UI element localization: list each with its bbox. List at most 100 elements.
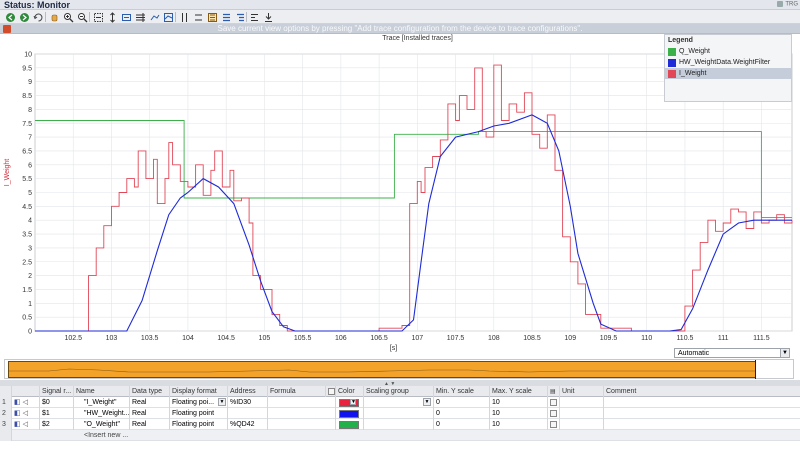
signal-name[interactable]: "HW_Weight..." [74,408,130,419]
min-y-scale[interactable]: 0 [434,419,490,430]
grid-button[interactable] [162,11,174,23]
unit[interactable] [560,408,604,419]
color-swatch[interactable] [339,421,359,429]
zoom-horizontal-button[interactable] [120,11,132,23]
color-cell[interactable] [336,408,364,419]
speaker-icon[interactable]: ◁ [23,410,28,417]
legend-button[interactable] [220,11,232,23]
unit[interactable] [560,397,604,408]
max-y-scale[interactable]: 10 [490,397,548,408]
max-y-scale[interactable]: 10 [490,419,548,430]
header-signal[interactable]: Signal r... [40,386,74,397]
unit[interactable] [560,419,604,430]
legend-item-weight-filter[interactable]: HW_WeightData.WeightFilter [665,57,791,68]
insert-new-label[interactable]: <Insert new ... [74,430,130,441]
max-y-scale[interactable]: 10 [490,408,548,419]
header-scaling-group[interactable]: Scaling group [364,386,434,397]
visible-checkbox[interactable] [550,421,557,428]
comment[interactable] [604,408,800,419]
signal-name[interactable]: "I_Weight" [74,397,130,408]
scaling-group[interactable] [364,419,434,430]
min-y-scale[interactable]: 0 [434,408,490,419]
header-name[interactable]: Name [74,386,130,397]
header-unit[interactable]: Unit [560,386,604,397]
header-visibility[interactable]: ▤ [548,386,560,397]
header-comment[interactable]: Comment [604,386,800,397]
legend-item-i-weight[interactable]: I_Weight [665,68,791,79]
overview-cursor[interactable] [755,360,756,379]
color-cell[interactable] [336,419,364,430]
formula[interactable] [268,419,336,430]
header-max-y[interactable]: Max. Y scale [490,386,548,397]
header-color[interactable]: Color [336,386,364,397]
chevron-down-icon[interactable]: ▼ [350,399,356,405]
display-format-value: Floating poi... [172,399,215,406]
comment[interactable] [604,419,800,430]
color-swatch[interactable] [339,410,359,418]
table-row[interactable]: 2 ◧ ◁ $1 "HW_Weight..." Real Floating point 0 1… [0,408,800,419]
move-left-button[interactable] [148,11,160,23]
insert-row[interactable]: <Insert new ... [0,430,800,441]
header-rownum [0,386,12,397]
header-display-format[interactable]: Display format [170,386,228,397]
color-swatch[interactable] [339,399,359,407]
y-tick-label: 2 [28,273,32,280]
row-icons: ◧ ◁ [12,408,40,419]
chevron-down-icon[interactable]: ▼ [218,398,226,406]
zoom-in-button[interactable] [62,11,74,23]
header-address[interactable]: Address [228,386,268,397]
color-cell[interactable]: ▼ [336,397,364,408]
min-y-scale[interactable]: 0 [434,397,490,408]
cursor-horizontal-button[interactable] [206,11,218,23]
chevron-down-icon[interactable]: ▼ [780,349,789,357]
display-format[interactable]: Floating point [170,408,228,419]
address[interactable] [228,408,268,419]
visible-checkbox-cell[interactable] [548,419,560,430]
nav-forward-button[interactable] [18,11,30,23]
header-min-y[interactable]: Min. Y scale [434,386,490,397]
formula[interactable] [268,408,336,419]
nav-back-button[interactable] [4,11,16,23]
header-formula-icon[interactable] [326,386,336,397]
address[interactable]: %ID30 [228,397,268,408]
hand-pan-button[interactable] [48,11,60,23]
list-detail-button[interactable] [248,11,260,23]
list-button[interactable] [234,11,246,23]
legend-item-q-weight[interactable]: Q_Weight [665,46,791,57]
export-button[interactable] [262,11,274,23]
signal-name[interactable]: "O_Weight" [74,419,130,430]
zoom-fit-button[interactable] [92,11,104,23]
visible-checkbox-cell[interactable] [548,397,560,408]
header-formula[interactable]: Formula [268,386,326,397]
header-datatype[interactable]: Data type [130,386,170,397]
table-row[interactable]: 1 ◧ ◁ $0 "I_Weight" Real Floating poi... ▼ %ID3… [0,397,800,408]
table-row[interactable]: 3 ◧ ◁ $2 "O_Weight" Real Floating point %QD42 0… [0,419,800,430]
measure-cursor-button[interactable] [178,11,190,23]
zoom-vertical-button[interactable] [106,11,118,23]
y-tick-label: 8.5 [22,93,32,100]
cursor-vertical-button[interactable] [192,11,204,23]
chevron-down-icon[interactable]: ▼ [423,398,431,406]
overview-selection[interactable] [8,361,756,378]
speaker-icon[interactable]: ◁ [23,399,28,406]
hand-pan-icon [51,14,57,21]
cursor-vertical-icon [194,14,202,20]
comment[interactable] [604,397,800,408]
overview-strip[interactable] [4,359,794,379]
display-format[interactable]: Floating point [170,419,228,430]
zoom-out-button[interactable] [76,11,88,23]
visible-checkbox[interactable] [550,399,557,406]
scaling-group[interactable]: ▼ [364,397,434,408]
scale-button[interactable] [134,11,146,23]
scaling-mode-select[interactable]: Automatic ▼ [674,348,790,358]
display-format[interactable]: Floating poi... ▼ [170,397,228,408]
x-tick-label: 108 [488,335,500,342]
visible-checkbox-cell[interactable] [548,408,560,419]
speaker-icon[interactable]: ◁ [23,421,28,428]
undo-zoom-button[interactable] [32,11,44,23]
visible-checkbox[interactable] [550,410,557,417]
formula[interactable] [268,397,336,408]
address[interactable]: %QD42 [228,419,268,430]
scaling-group[interactable] [364,408,434,419]
x-tick-label: 104 [182,335,194,342]
